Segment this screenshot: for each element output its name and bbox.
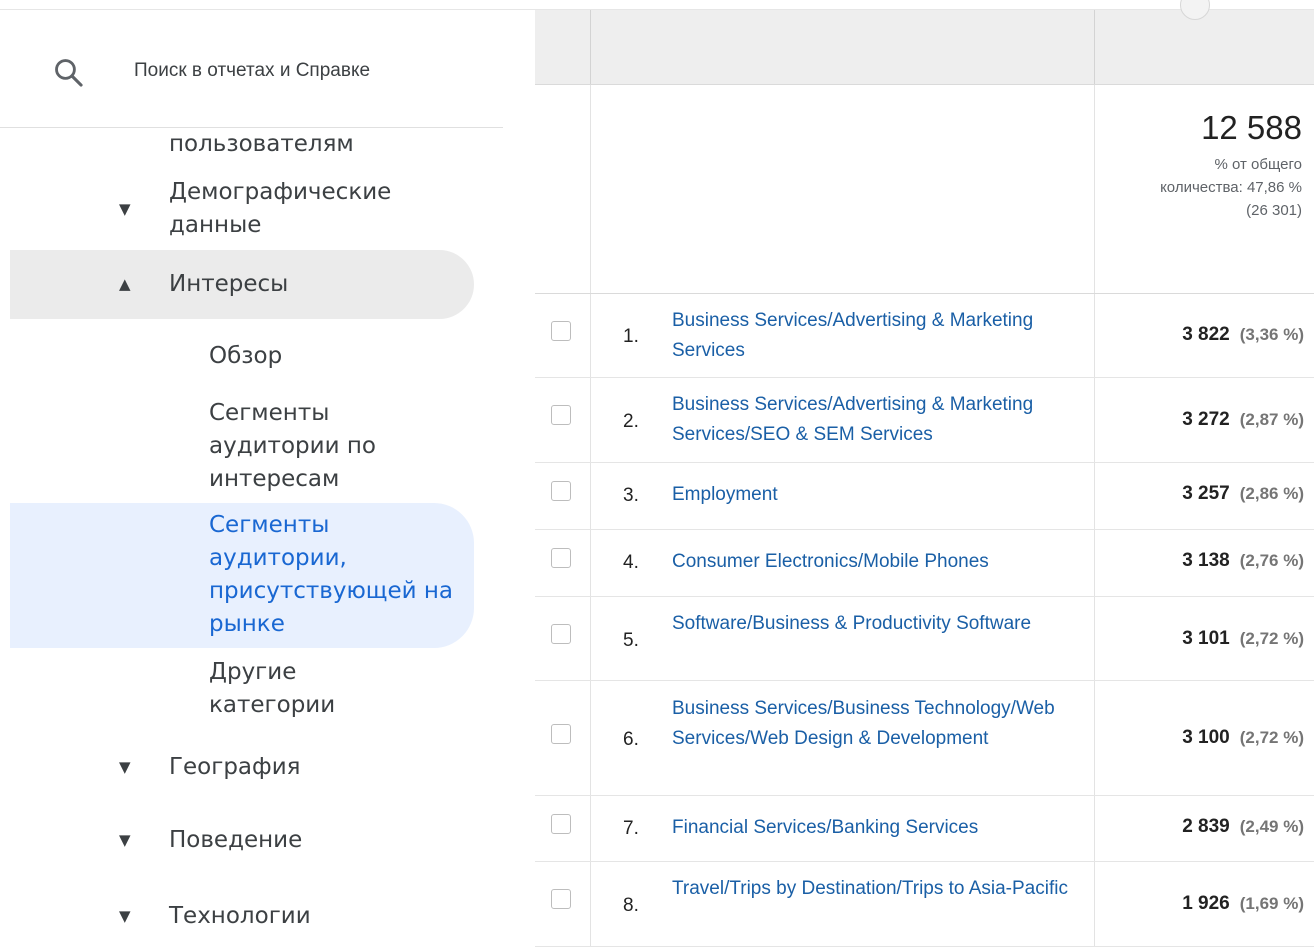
row-value: 1 926 <box>1182 893 1230 914</box>
row-checkbox[interactable] <box>551 724 571 744</box>
row-metric: 3 100 (2,72 %) <box>1182 727 1304 749</box>
row-number: 1. <box>623 326 639 347</box>
row-value: 3 822 <box>1182 324 1230 345</box>
row-link[interactable]: Consumer Electronics/Mobile Phones <box>672 547 1082 577</box>
row-percent: (1,69 %) <box>1239 894 1304 913</box>
table-row: 7. Financial Services/Banking Services 2… <box>535 796 1314 862</box>
row-link[interactable]: Business Services/Business Technology/We… <box>672 694 1077 754</box>
top-border <box>0 0 1314 10</box>
row-percent: (2,87 %) <box>1239 410 1304 429</box>
row-number: 5. <box>623 630 639 651</box>
sidebar-item-behavior[interactable]: Поведение <box>169 824 302 857</box>
table-row: 5. Software/Business & Productivity Soft… <box>535 597 1314 681</box>
row-checkbox[interactable] <box>551 889 571 909</box>
row-metric: 2 839 (2,49 %) <box>1182 816 1304 838</box>
search-bar <box>0 10 503 128</box>
row-percent: (2,72 %) <box>1239 728 1304 747</box>
sidebar-item-other-categories[interactable]: Другие категории <box>209 656 389 722</box>
caret-down-icon[interactable]: ▼ <box>119 751 131 784</box>
row-value: 3 101 <box>1182 628 1230 649</box>
summary-row: 12 588 % от общего количества: 47,86 % (… <box>535 85 1314 294</box>
row-number: 2. <box>623 411 639 432</box>
row-value: 3 272 <box>1182 409 1230 430</box>
row-checkbox[interactable] <box>551 624 571 644</box>
row-checkbox[interactable] <box>551 548 571 568</box>
table-row: 3. Employment 3 257 (2,86 %) <box>535 463 1314 530</box>
row-link[interactable]: Financial Services/Banking Services <box>672 813 1082 843</box>
row-percent: (3,36 %) <box>1239 325 1304 344</box>
row-number: 8. <box>623 895 639 916</box>
report-table: 12 588 % от общего количества: 47,86 % (… <box>535 0 1314 948</box>
row-value: 3 100 <box>1182 727 1230 748</box>
table-row: 6. Business Services/Business Technology… <box>535 681 1314 796</box>
sidebar: пользователям ▼ Демографические данные ▲… <box>0 10 535 948</box>
sidebar-item-users-tail[interactable]: пользователям <box>169 128 354 161</box>
row-value: 3 257 <box>1182 483 1230 504</box>
table-row: 4. Consumer Electronics/Mobile Phones 3 … <box>535 530 1314 597</box>
row-number: 4. <box>623 552 639 573</box>
row-checkbox[interactable] <box>551 814 571 834</box>
sidebar-item-affinity-segments[interactable]: Сегменты аудитории по интересам <box>209 397 429 496</box>
row-percent: (2,72 %) <box>1239 629 1304 648</box>
row-number: 7. <box>623 818 639 839</box>
row-percent: (2,76 %) <box>1239 551 1304 570</box>
row-link[interactable]: Travel/Trips by Destination/Trips to Asi… <box>672 874 1082 904</box>
total-note: % от общего количества: 47,86 % (26 301) <box>1160 156 1302 219</box>
table-row: 8. Travel/Trips by Destination/Trips to … <box>535 862 1314 947</box>
row-percent: (2,86 %) <box>1239 484 1304 503</box>
row-metric: 3 272 (2,87 %) <box>1182 409 1304 431</box>
caret-up-icon[interactable]: ▲ <box>119 268 131 301</box>
row-link[interactable]: Business Services/Advertising & Marketin… <box>672 306 1082 366</box>
row-link[interactable]: Employment <box>672 480 1082 510</box>
table-row: 1. Business Services/Advertising & Marke… <box>535 294 1314 378</box>
row-number: 3. <box>623 485 639 506</box>
row-checkbox[interactable] <box>551 405 571 425</box>
table-header <box>535 0 1314 85</box>
row-number: 6. <box>623 729 639 750</box>
row-metric: 3 822 (3,36 %) <box>1182 324 1304 346</box>
search-input[interactable] <box>134 54 474 88</box>
table-row: 2. Business Services/Advertising & Marke… <box>535 378 1314 463</box>
row-checkbox[interactable] <box>551 321 571 341</box>
sidebar-item-overview[interactable]: Обзор <box>209 340 282 373</box>
row-metric: 3 257 (2,86 %) <box>1182 483 1304 505</box>
total-value: 12 588 <box>1201 109 1302 146</box>
row-link[interactable]: Software/Business & Productivity Softwar… <box>672 609 1082 639</box>
sidebar-item-geography[interactable]: География <box>169 751 300 784</box>
caret-down-icon[interactable]: ▼ <box>119 193 131 226</box>
row-metric: 3 101 (2,72 %) <box>1182 628 1304 650</box>
sidebar-item-technology[interactable]: Технологии <box>169 900 311 933</box>
search-icon[interactable] <box>52 56 86 90</box>
row-value: 3 138 <box>1182 550 1230 571</box>
row-metric: 1 926 (1,69 %) <box>1182 893 1304 915</box>
row-percent: (2,49 %) <box>1239 817 1304 836</box>
caret-down-icon[interactable]: ▼ <box>119 900 131 933</box>
row-link[interactable]: Business Services/Advertising & Marketin… <box>672 390 1082 450</box>
row-value: 2 839 <box>1182 816 1230 837</box>
caret-down-icon[interactable]: ▼ <box>119 824 131 857</box>
row-metric: 3 138 (2,76 %) <box>1182 550 1304 572</box>
help-icon[interactable] <box>1180 0 1210 20</box>
sidebar-item-demographics[interactable]: Демографические данные <box>169 176 439 242</box>
sidebar-item-in-market-segments[interactable]: Сегменты аудитории, присутствующей на ры… <box>209 509 454 641</box>
row-checkbox[interactable] <box>551 481 571 501</box>
sidebar-item-interests[interactable]: Интересы <box>169 268 288 301</box>
